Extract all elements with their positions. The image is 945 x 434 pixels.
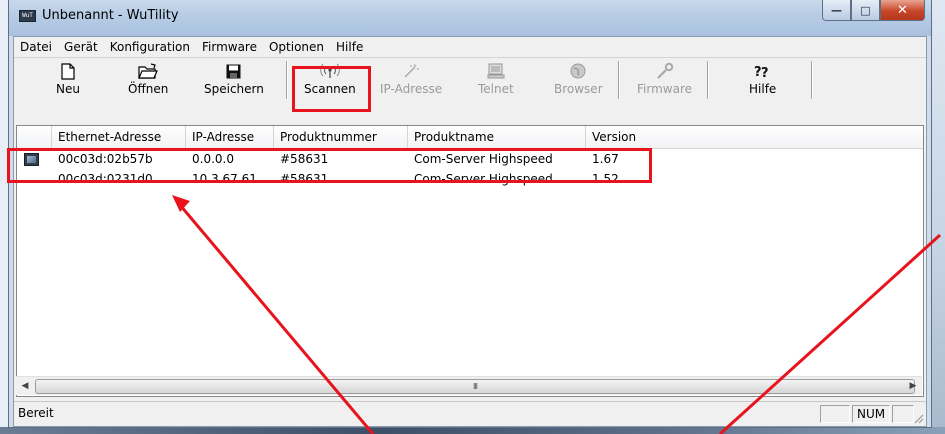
open-label: Öffnen: [128, 82, 169, 96]
status-num: NUM: [852, 405, 890, 423]
column-version[interactable]: Version: [586, 126, 923, 148]
status-panel-empty: [820, 405, 850, 423]
window-controls: — □ ✕: [822, 0, 925, 22]
telnet-label: Telnet: [478, 82, 514, 96]
status-text: Bereit: [18, 406, 54, 420]
column-ip-address[interactable]: IP-Adresse: [186, 126, 274, 148]
menu-konfiguration[interactable]: Konfiguration: [104, 37, 196, 57]
horizontal-scrollbar[interactable]: ◀ III ▶: [16, 376, 922, 395]
scroll-right-icon: ▶: [909, 381, 917, 391]
desktop-background: [931, 0, 945, 434]
app-window: WuT Unbenannt - WuTility — □ ✕ Datei Ger…: [8, 0, 932, 428]
status-panel-empty: [892, 405, 914, 423]
icon-column-header[interactable]: [17, 126, 52, 148]
menu-optionen[interactable]: Optionen: [263, 37, 330, 57]
save-label: Speichern: [204, 82, 264, 96]
help-button[interactable]: ?? Hilfe: [749, 61, 776, 101]
ip-address-button[interactable]: IP-Adresse: [380, 61, 442, 101]
list-header: Ethernet-Adresse IP-Adresse Produktnumme…: [17, 126, 923, 149]
help-question-icon: ??: [754, 61, 772, 81]
toolbar-separator: [707, 61, 709, 99]
column-product-name[interactable]: Produktname: [408, 126, 586, 148]
window-title: Unbenannt - WuTility: [42, 8, 179, 23]
client-area: Datei Gerät Konfiguration Firmware Optio…: [13, 36, 927, 427]
close-icon: ✕: [897, 2, 908, 18]
minimize-button[interactable]: —: [822, 0, 851, 21]
scrollbar-grip: III: [472, 382, 478, 391]
column-product-number[interactable]: Produktnummer: [274, 126, 408, 148]
new-label: Neu: [56, 82, 80, 96]
new-document-icon: [61, 61, 75, 81]
app-icon[interactable]: WuT: [19, 10, 36, 22]
floppy-disk-icon: [226, 61, 241, 81]
open-folder-icon: [138, 61, 159, 81]
menu-bar: Datei Gerät Konfiguration Firmware Optio…: [14, 37, 926, 58]
help-label: Hilfe: [749, 82, 777, 96]
ip-address-label: IP-Adresse: [380, 82, 443, 96]
title-bar[interactable]: WuT Unbenannt - WuTility — □ ✕: [9, 0, 931, 36]
toolbar-separator: [618, 61, 620, 99]
resize-grip-icon[interactable]: [912, 412, 924, 424]
firmware-button[interactable]: Firmware: [637, 61, 692, 101]
scroll-right-button[interactable]: ▶: [904, 377, 922, 395]
telnet-button[interactable]: Telnet: [478, 61, 514, 101]
firmware-label: Firmware: [637, 82, 692, 96]
browser-button[interactable]: Browser: [554, 61, 603, 101]
menu-geraet[interactable]: Gerät: [58, 37, 104, 57]
globe-icon: [569, 61, 587, 81]
status-bar: Bereit NUM: [14, 401, 926, 426]
open-button[interactable]: Öffnen: [128, 61, 168, 101]
column-ethernet-address[interactable]: Ethernet-Adresse: [52, 126, 186, 148]
menu-datei[interactable]: Datei: [14, 37, 58, 57]
menu-hilfe[interactable]: Hilfe: [330, 37, 369, 57]
scroll-left-button[interactable]: ◀: [16, 377, 34, 395]
terminal-icon: [487, 61, 505, 81]
save-button[interactable]: Speichern: [204, 61, 264, 101]
toolbar-separator: [286, 61, 288, 99]
svg-text:?: ?: [761, 66, 769, 79]
taskbar-edge: [0, 427, 945, 434]
close-button[interactable]: ✕: [880, 0, 925, 21]
minimize-icon: —: [831, 3, 842, 17]
maximize-icon: □: [860, 3, 871, 17]
menu-firmware[interactable]: Firmware: [196, 37, 263, 57]
scroll-left-icon: ◀: [21, 381, 29, 391]
browser-label: Browser: [554, 82, 603, 96]
maximize-button[interactable]: □: [851, 0, 880, 21]
scrollbar-thumb[interactable]: III: [35, 379, 915, 394]
toolbar: Neu Öffnen Speichern Scannen IP-Adresse …: [14, 59, 926, 103]
magic-wand-icon: [401, 61, 421, 81]
toolbar-separator: [811, 61, 813, 99]
device-row-highlight: [7, 148, 652, 183]
wrench-icon: [655, 61, 675, 81]
scan-button-highlight: [292, 66, 371, 112]
new-button[interactable]: Neu: [56, 61, 80, 101]
